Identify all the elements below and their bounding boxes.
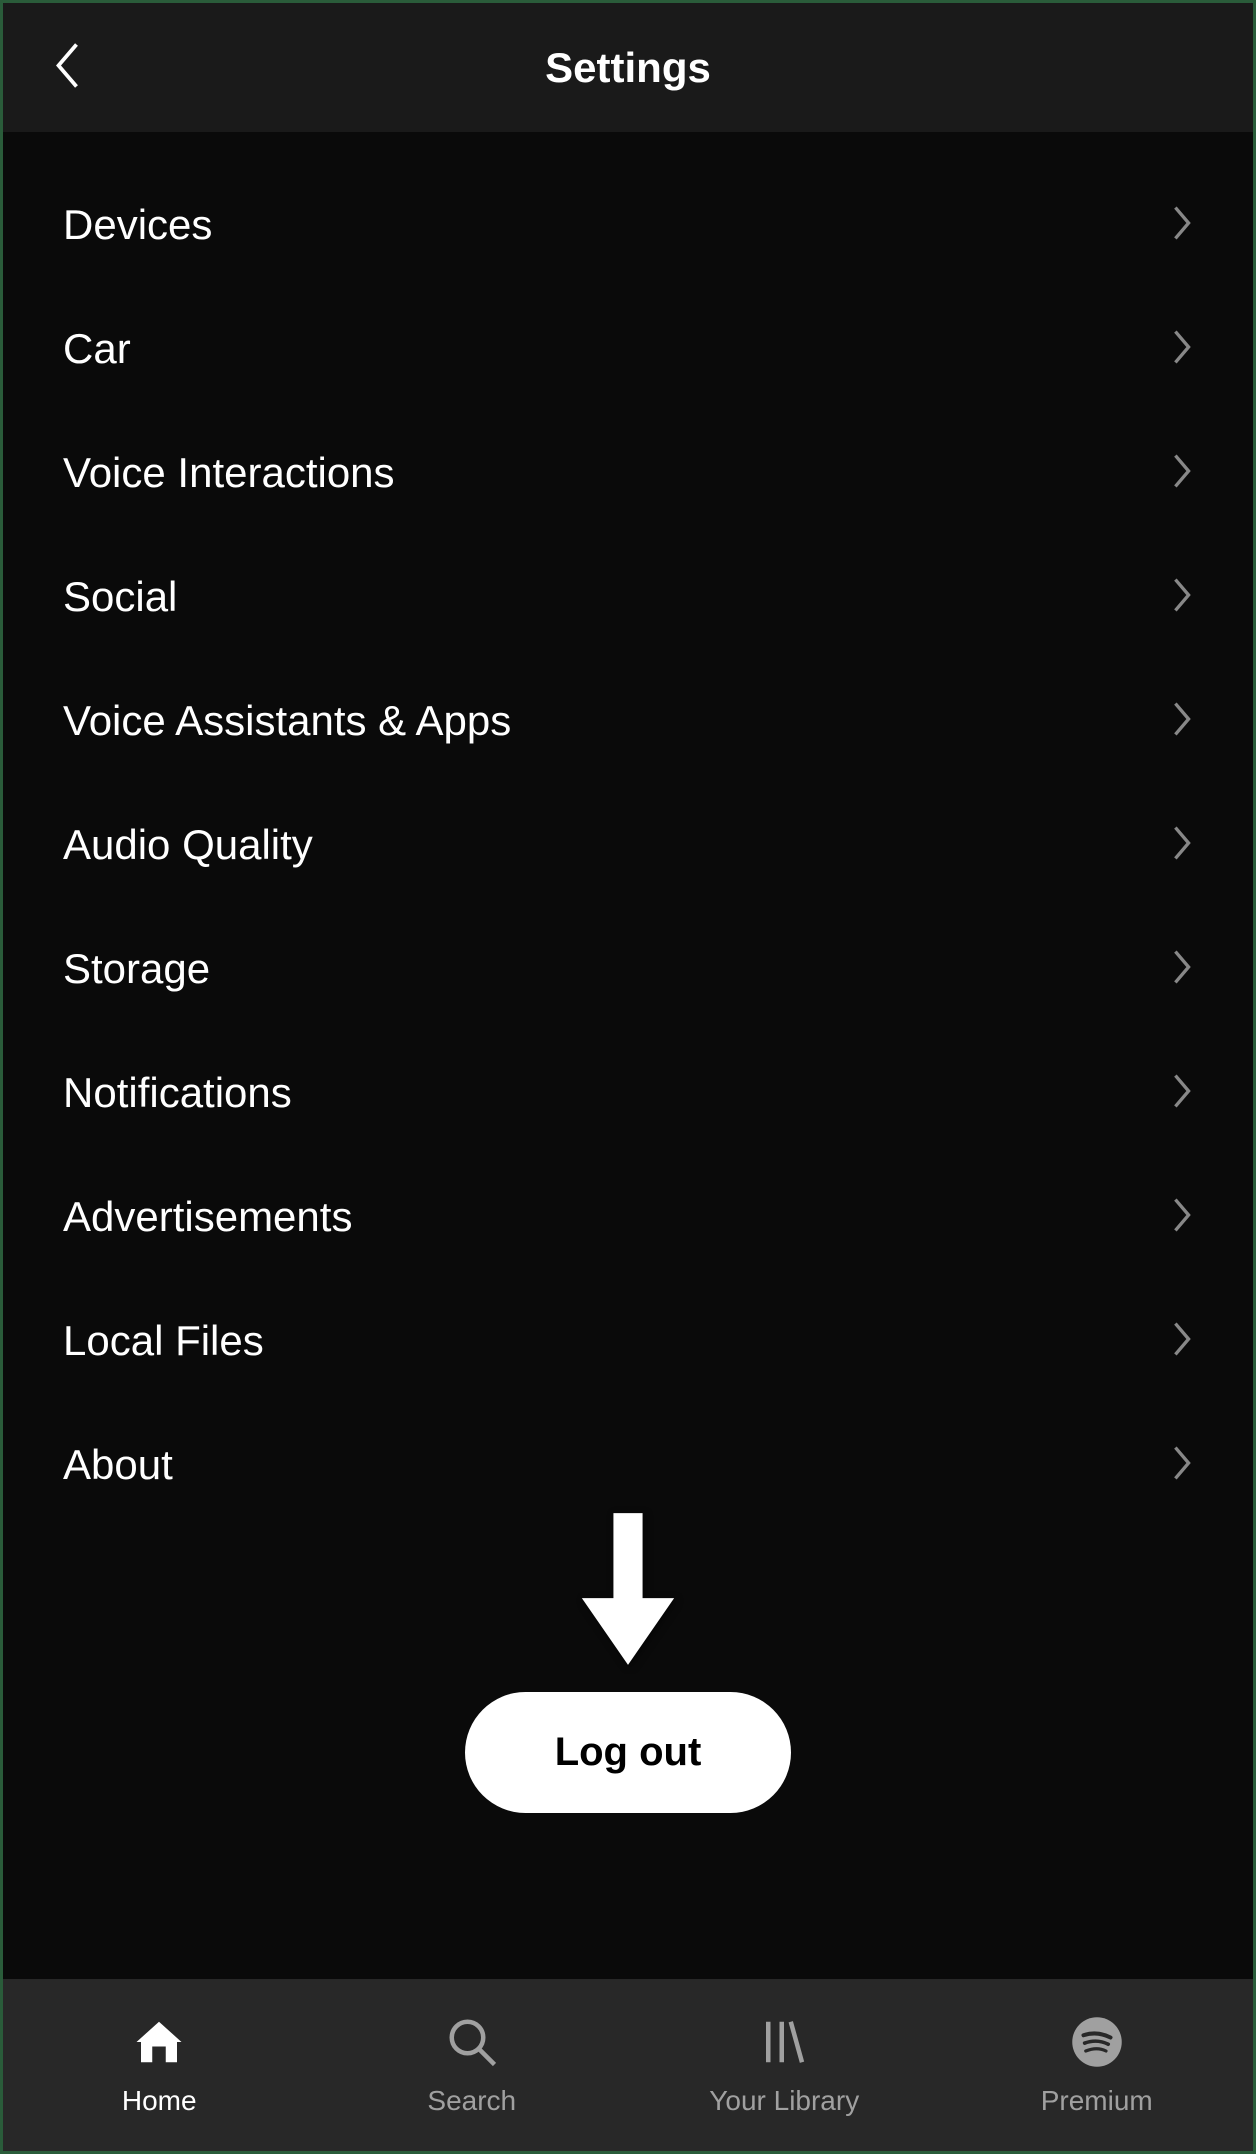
nav-label: Premium [1041,2085,1153,2117]
arrow-annotation [3,1507,1253,1682]
settings-item-label: Car [63,325,131,373]
chevron-right-icon [1171,1196,1193,1239]
settings-item-advertisements[interactable]: Advertisements [3,1155,1253,1279]
chevron-right-icon [1171,328,1193,371]
settings-item-label: Advertisements [63,1193,352,1241]
chevron-right-icon [1171,824,1193,867]
settings-item-devices[interactable]: Devices [3,163,1253,287]
logout-container: Log out [3,1692,1253,1903]
nav-premium[interactable]: Premium [941,2013,1254,2117]
settings-item-label: Social [63,573,177,621]
nav-home[interactable]: Home [3,2013,316,2117]
header: Settings [3,3,1253,133]
settings-item-label: Voice Interactions [63,449,395,497]
logout-button[interactable]: Log out [465,1692,792,1813]
settings-item-label: Storage [63,945,210,993]
settings-item-label: Local Files [63,1317,264,1365]
chevron-right-icon [1171,948,1193,991]
search-icon [445,2013,499,2071]
settings-item-label: About [63,1441,173,1489]
chevron-right-icon [1171,700,1193,743]
settings-item-label: Audio Quality [63,821,313,869]
back-button[interactable] [53,41,85,94]
nav-label: Home [122,2085,197,2117]
settings-item-car[interactable]: Car [3,287,1253,411]
nav-label: Search [427,2085,516,2117]
settings-item-storage[interactable]: Storage [3,907,1253,1031]
settings-item-label: Notifications [63,1069,292,1117]
settings-item-voice-interactions[interactable]: Voice Interactions [3,411,1253,535]
settings-item-audio-quality[interactable]: Audio Quality [3,783,1253,907]
chevron-right-icon [1171,1072,1193,1115]
chevron-right-icon [1171,1444,1193,1487]
chevron-right-icon [1171,204,1193,247]
chevron-left-icon [53,41,85,94]
settings-item-local-files[interactable]: Local Files [3,1279,1253,1403]
arrow-down-icon [563,1507,693,1682]
home-icon [132,2013,186,2071]
chevron-right-icon [1171,576,1193,619]
spotify-icon [1070,2013,1124,2071]
chevron-right-icon [1171,1320,1193,1363]
nav-library[interactable]: Your Library [628,2013,941,2117]
nav-label: Your Library [709,2085,859,2117]
settings-item-notifications[interactable]: Notifications [3,1031,1253,1155]
chevron-right-icon [1171,452,1193,495]
settings-item-voice-assistants[interactable]: Voice Assistants & Apps [3,659,1253,783]
nav-search[interactable]: Search [316,2013,629,2117]
library-icon [757,2013,811,2071]
page-title: Settings [3,44,1253,92]
settings-item-label: Devices [63,201,212,249]
settings-item-social[interactable]: Social [3,535,1253,659]
settings-list: Devices Car Voice Interactions Social Vo… [3,133,1253,1979]
bottom-nav: Home Search Your Library [3,1979,1253,2151]
settings-item-label: Voice Assistants & Apps [63,697,511,745]
